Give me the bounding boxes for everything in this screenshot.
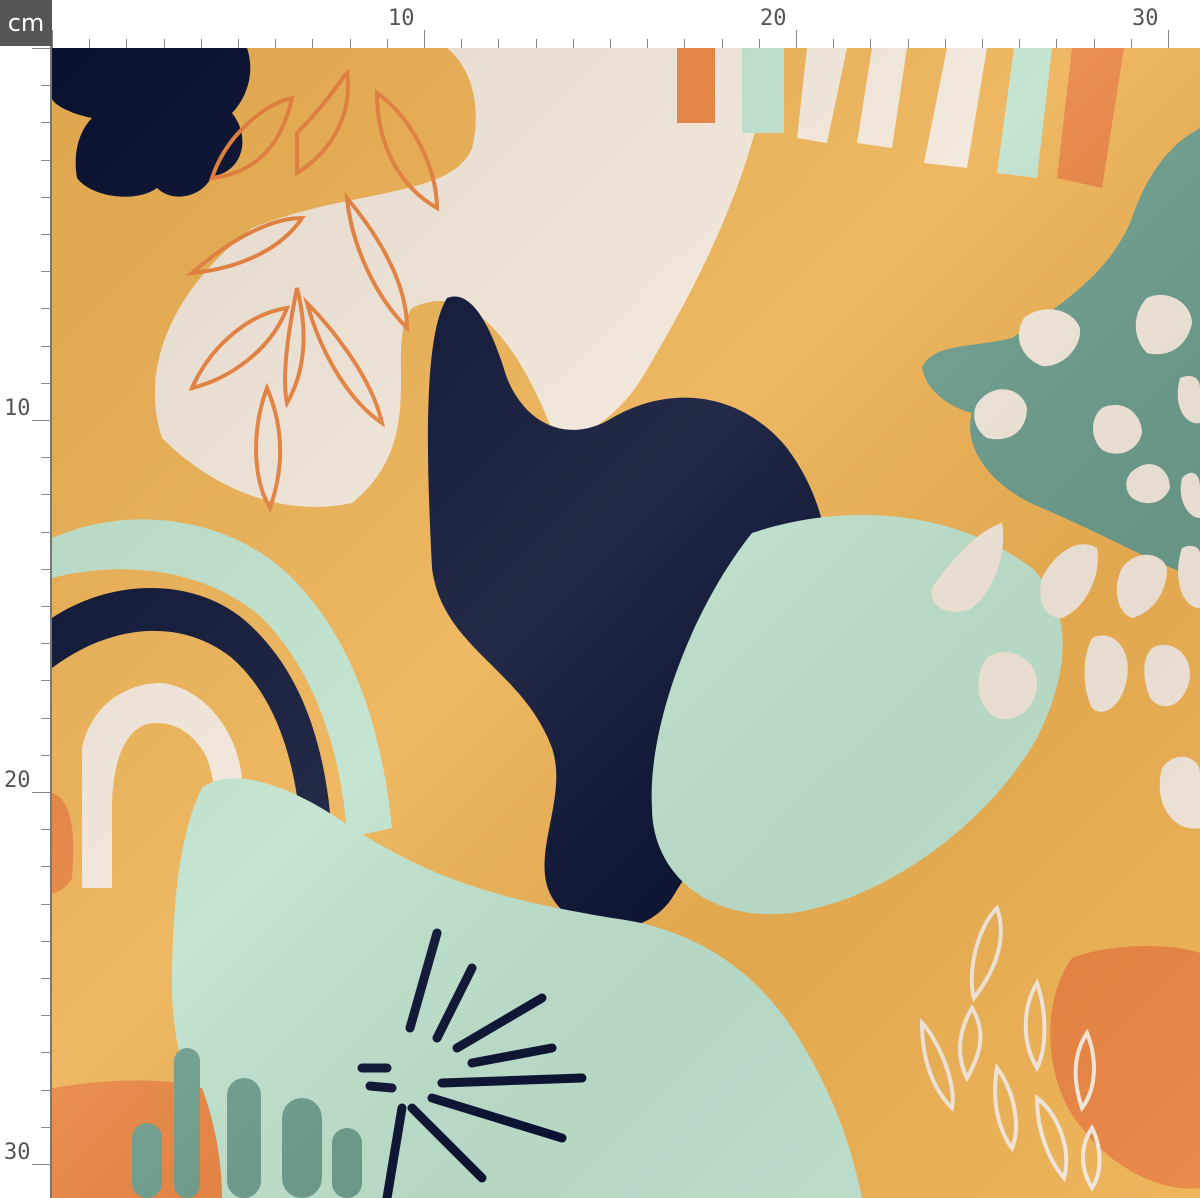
left-ruler-tick <box>32 420 50 421</box>
left-ruler-tick <box>41 234 50 235</box>
top-ruler-tick <box>610 39 611 48</box>
top-ruler-tick <box>238 39 239 48</box>
top-ruler: 10 20 30 <box>52 0 1200 50</box>
top-ruler-tick <box>387 39 388 48</box>
left-ruler-tick <box>41 606 50 607</box>
top-ruler-tick <box>89 39 90 48</box>
left-ruler-tick <box>41 643 50 644</box>
top-ruler-tick <box>684 39 685 48</box>
left-ruler-tick <box>41 197 50 198</box>
top-ruler-tick <box>945 39 946 48</box>
left-ruler-tick <box>41 1052 50 1053</box>
left-ruler-tick <box>41 1127 50 1128</box>
left-ruler-tick <box>41 718 50 719</box>
left-ruler-tick <box>41 680 50 681</box>
top-ruler-tick <box>647 39 648 48</box>
top-ruler-tick <box>908 39 909 48</box>
left-ruler-tick <box>41 532 50 533</box>
left-ruler-label-20: 20 <box>4 768 31 793</box>
top-ruler-tick <box>275 39 276 48</box>
left-ruler-tick <box>32 48 50 49</box>
left-ruler-tick <box>32 1164 50 1165</box>
top-ruler-tick <box>350 39 351 48</box>
unit-label: cm <box>0 0 52 46</box>
left-ruler-label-10: 10 <box>4 396 31 421</box>
top-ruler-tick <box>722 39 723 48</box>
fabric-pattern <box>52 48 1200 1198</box>
left-ruler-tick <box>41 1090 50 1091</box>
top-ruler-tick <box>796 30 797 48</box>
top-ruler-tick <box>1131 39 1132 48</box>
top-ruler-label-30: 30 <box>1132 6 1159 31</box>
top-ruler-tick <box>1019 39 1020 48</box>
left-ruler-tick <box>41 457 50 458</box>
left-ruler-tick <box>41 1015 50 1016</box>
top-ruler-tick <box>461 39 462 48</box>
top-ruler-tick <box>1094 39 1095 48</box>
left-ruler-tick <box>41 122 50 123</box>
left-ruler-tick <box>32 792 50 793</box>
left-ruler-tick <box>41 569 50 570</box>
top-ruler-tick <box>573 39 574 48</box>
left-ruler-tick <box>41 494 50 495</box>
top-ruler-tick <box>52 30 53 48</box>
left-ruler-tick <box>41 346 50 347</box>
left-ruler-tick <box>41 308 50 309</box>
left-ruler-label-30: 30 <box>4 1140 31 1165</box>
top-ruler-tick <box>498 39 499 48</box>
top-ruler-tick <box>759 39 760 48</box>
top-ruler-tick <box>1056 39 1057 48</box>
top-ruler-tick <box>126 39 127 48</box>
top-ruler-label-10: 10 <box>388 6 415 31</box>
top-ruler-tick <box>982 39 983 48</box>
top-ruler-tick <box>424 30 425 48</box>
top-ruler-tick <box>536 39 537 48</box>
left-ruler-tick <box>41 978 50 979</box>
left-ruler: 10 20 30 <box>0 46 52 1198</box>
top-ruler-tick <box>833 39 834 48</box>
fabric-preview <box>52 48 1200 1198</box>
top-ruler-tick <box>312 39 313 48</box>
fabric-sheen <box>52 48 1200 1198</box>
left-ruler-tick <box>41 755 50 756</box>
left-ruler-tick <box>41 271 50 272</box>
left-ruler-tick <box>41 829 50 830</box>
top-ruler-label-20: 20 <box>760 6 787 31</box>
left-ruler-tick <box>41 85 50 86</box>
top-ruler-tick <box>201 39 202 48</box>
left-ruler-tick <box>41 904 50 905</box>
left-ruler-tick <box>41 941 50 942</box>
left-ruler-tick <box>41 160 50 161</box>
left-ruler-tick <box>41 383 50 384</box>
top-ruler-tick <box>870 39 871 48</box>
left-ruler-tick <box>41 866 50 867</box>
top-ruler-tick <box>164 39 165 48</box>
top-ruler-tick <box>1168 30 1169 48</box>
